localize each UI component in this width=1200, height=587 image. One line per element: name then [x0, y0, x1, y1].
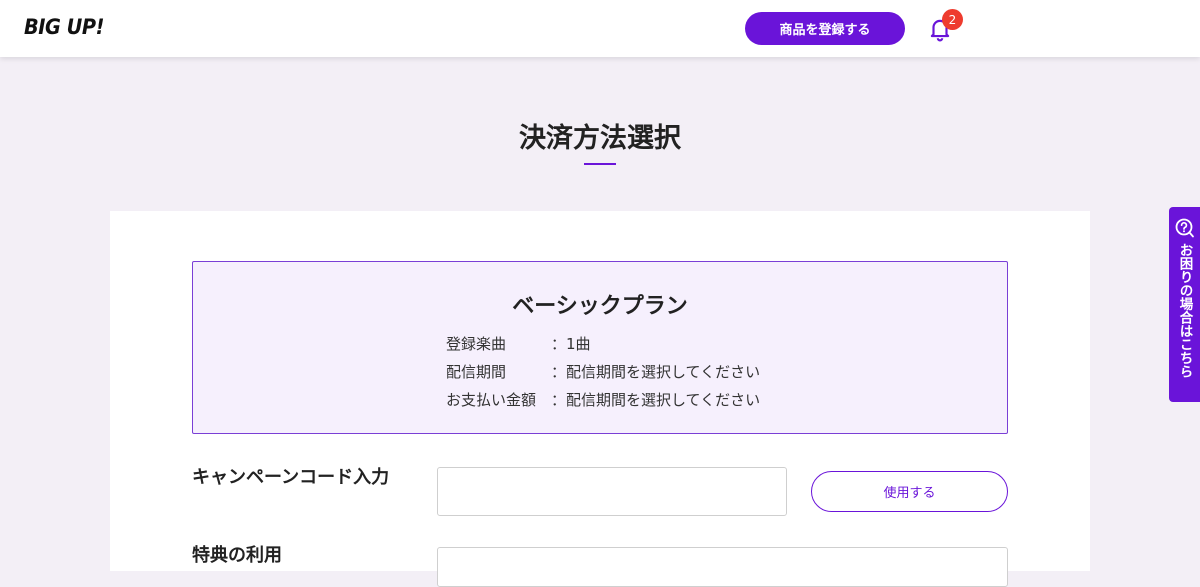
plan-row-value: ：配信期間を選択してください [551, 363, 761, 381]
plan-title: ベーシックプラン [512, 294, 688, 319]
use-code-button[interactable]: 使用する [811, 471, 1008, 512]
help-tab[interactable]: お困りの場合はこちら [1169, 207, 1200, 402]
benefit-field[interactable] [437, 547, 1008, 587]
help-tab-label: お困りの場合はこちら [1176, 243, 1193, 378]
plan-row-value: ：配信期間を選択してください [551, 391, 761, 409]
notification-badge: 2 [942, 9, 963, 30]
campaign-code-label: キャンペーンコード入力 [192, 467, 390, 488]
question-icon [1175, 218, 1194, 238]
plan-row-payment: お支払い金額 ：配信期間を選択してください [446, 389, 760, 410]
register-product-button[interactable]: 商品を登録する [745, 12, 905, 45]
plan-row-label: 配信期間 [446, 363, 507, 381]
title-underline [584, 163, 616, 165]
benefit-label: 特典の利用 [192, 545, 282, 566]
plan-row-songs: 登録楽曲 ：1曲 [446, 333, 591, 354]
top-header: BIG UP! 商品を登録する 2 [0, 0, 1200, 57]
campaign-code-input[interactable] [437, 467, 787, 516]
plan-row-label: 登録楽曲 [446, 335, 507, 353]
plan-row-label: お支払い金額 [446, 391, 537, 409]
site-logo[interactable]: BIG UP! [24, 15, 104, 39]
plan-row-value: ：1曲 [551, 335, 591, 353]
page-title: 決済方法選択 [519, 123, 681, 154]
plan-summary: ベーシックプラン 登録楽曲 ：1曲 配信期間 ：配信期間を選択してください お支… [192, 261, 1008, 434]
plan-row-period: 配信期間 ：配信期間を選択してください [446, 361, 760, 382]
